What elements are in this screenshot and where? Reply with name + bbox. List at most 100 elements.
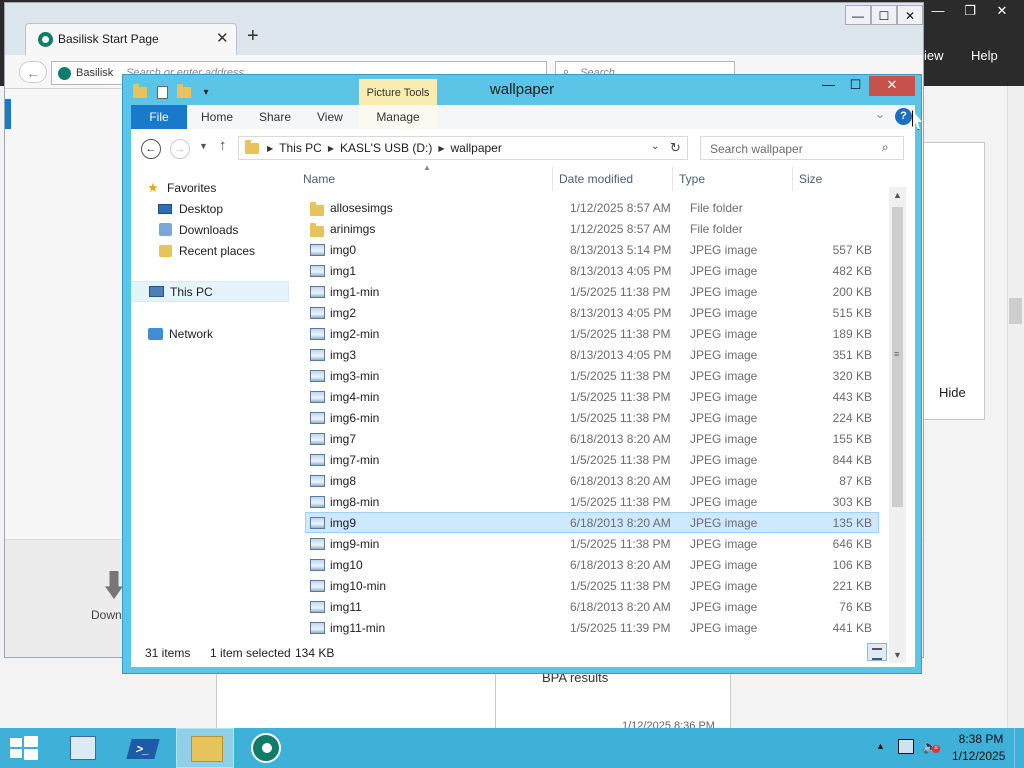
start-button[interactable] [10, 736, 38, 760]
bg-close-button[interactable]: ✕ [986, 0, 1018, 22]
nav-item-recent-places[interactable]: Recent places [157, 240, 315, 261]
tab-file[interactable]: File [131, 105, 187, 129]
search-icon[interactable]: ⌕ [882, 140, 889, 155]
bg-hide-link[interactable]: Hide [939, 385, 966, 400]
windows-logo-icon [10, 749, 22, 758]
browser-minimize-button[interactable]: — [845, 5, 871, 25]
refresh-icon[interactable]: ↻ [670, 140, 681, 156]
taskbar-powershell[interactable]: >_ [114, 728, 172, 768]
details-view-button[interactable] [867, 643, 887, 661]
nav-item-favorites[interactable]: ★ Favorites [145, 177, 303, 198]
up-button[interactable]: ↑ [219, 137, 227, 154]
file-row[interactable]: img3 8/13/2013 4:05 PM JPEG image 351 KB [305, 344, 879, 365]
tab-view[interactable]: View [317, 105, 343, 129]
column-header-date-modified[interactable]: Date modified [553, 167, 673, 191]
taskbar-basilisk-browser[interactable] [238, 728, 296, 768]
tab-manage[interactable]: Manage [359, 105, 437, 129]
file-row[interactable]: allosesimgs 1/12/2025 8:57 AM File folder [305, 197, 879, 218]
file-row[interactable]: img10-min 1/5/2025 11:38 PM JPEG image 221 … [305, 575, 879, 596]
address-bar[interactable]: ▶ This PC ▶ KASL'S USB (D:) ▶ wallpaper … [238, 136, 688, 160]
breadcrumb-chevron-icon[interactable]: ▶ [328, 144, 334, 153]
show-desktop-button[interactable] [1014, 728, 1024, 768]
bg-side-panel [920, 142, 985, 420]
file-row[interactable]: img8-min 1/5/2025 11:38 PM JPEG image 303 K… [305, 491, 879, 512]
file-list-scrollbar[interactable]: ▲ ≡ ▼ [889, 187, 906, 663]
browser-back-button[interactable]: ← [19, 61, 47, 83]
file-type: JPEG image [690, 432, 758, 446]
network-tray-icon[interactable] [898, 739, 914, 754]
breadcrumb-this-pc[interactable]: This PC [279, 141, 322, 155]
taskbar-server-manager[interactable] [52, 728, 110, 768]
bg-scrollbar-thumb[interactable] [1009, 298, 1022, 324]
breadcrumb-usb-drive[interactable]: KASL'S USB (D:) [340, 141, 432, 155]
bg-menu-view[interactable]: iew [924, 48, 944, 63]
file-explorer-icon [191, 736, 223, 762]
file-date-modified: 6/18/2013 8:20 AM [570, 516, 671, 530]
nav-item-downloads[interactable]: Downloads [157, 219, 315, 240]
scroll-up-icon[interactable]: ▲ [889, 187, 906, 203]
file-row[interactable]: img1 8/13/2013 4:05 PM JPEG image 482 KB [305, 260, 879, 281]
tab-close-icon[interactable]: ✕ [216, 29, 229, 47]
bg-scrollbar[interactable] [1007, 86, 1024, 728]
back-button[interactable]: ← [141, 139, 161, 159]
browser-maximize-button[interactable]: ☐ [871, 5, 897, 25]
address-dropdown-icon[interactable]: ⌄ [651, 141, 659, 152]
computer-icon [148, 285, 164, 299]
file-row[interactable]: img9 6/18/2013 8:20 AM JPEG image 135 KB [305, 512, 879, 533]
nav-item-this-pc[interactable]: This PC [131, 281, 289, 302]
windows-logo-icon [10, 738, 22, 747]
bg-minimize-button[interactable]: — [922, 0, 954, 22]
tab-home[interactable]: Home [201, 105, 233, 129]
file-row[interactable]: img9-min 1/5/2025 11:38 PM JPEG image 646 K… [305, 533, 879, 554]
recent-locations-icon[interactable]: ▼ [199, 141, 208, 151]
expand-ribbon-icon[interactable]: ⌄ [875, 107, 885, 121]
search-input[interactable]: Search wallpaper ⌕ [700, 136, 904, 160]
file-size: 844 KB [832, 453, 872, 467]
file-size: 155 KB [832, 432, 872, 446]
new-tab-button[interactable]: + [247, 25, 259, 48]
file-row[interactable]: img7-min 1/5/2025 11:38 PM JPEG image 844 K… [305, 449, 879, 470]
file-row[interactable]: img4-min 1/5/2025 11:38 PM JPEG image 443 K… [305, 386, 879, 407]
scroll-down-icon[interactable]: ▼ [889, 647, 906, 663]
browser-tab[interactable]: Basilisk Start Page ✕ [25, 23, 237, 55]
image-file-icon [310, 601, 325, 613]
file-row[interactable]: img7 6/18/2013 8:20 AM JPEG image 155 KB [305, 428, 879, 449]
minimize-button[interactable]: — [815, 76, 842, 96]
taskbar-file-explorer[interactable] [176, 728, 234, 768]
file-row[interactable]: img11 6/18/2013 8:20 AM JPEG image 76 KB [305, 596, 879, 617]
breadcrumb-wallpaper[interactable]: wallpaper [450, 141, 501, 155]
file-list: Name ▲ Date modified Type Size allosesim… [297, 163, 907, 638]
file-row[interactable]: arinimgs 1/12/2025 8:57 AM File folder [305, 218, 879, 239]
file-name: img6-min [330, 411, 380, 425]
file-row[interactable]: img2-min 1/5/2025 11:38 PM JPEG image 189 K… [305, 323, 879, 344]
downloads-label[interactable]: Downl [91, 608, 124, 622]
browser-close-button[interactable]: ✕ [897, 5, 923, 25]
breadcrumb-chevron-icon[interactable]: ▶ [267, 144, 273, 153]
file-date-modified: 1/5/2025 11:38 PM [570, 579, 671, 593]
clock-time[interactable]: 8:38 PM [958, 732, 1004, 746]
file-row[interactable]: img8 6/18/2013 8:20 AM JPEG image 87 KB [305, 470, 879, 491]
file-type: JPEG image [690, 558, 758, 572]
file-row[interactable]: img0 8/13/2013 5:14 PM JPEG image 557 KB [305, 239, 879, 260]
close-button[interactable]: ✕ [869, 76, 915, 96]
maximize-button[interactable]: ☐ [842, 76, 869, 96]
breadcrumb-chevron-icon[interactable]: ▶ [438, 144, 444, 153]
clock-date[interactable]: 1/12/2025 [952, 749, 1005, 763]
column-header-type[interactable]: Type [673, 167, 793, 191]
file-row[interactable]: img11-min 1/5/2025 11:39 PM JPEG image 441 … [305, 617, 879, 638]
image-file-icon [310, 349, 325, 361]
column-header-size[interactable]: Size [793, 167, 873, 191]
file-row[interactable]: img3-min 1/5/2025 11:38 PM JPEG image 320 K… [305, 365, 879, 386]
file-row[interactable]: img1-min 1/5/2025 11:38 PM JPEG image 200 K… [305, 281, 879, 302]
nav-item-desktop[interactable]: Desktop [157, 198, 315, 219]
forward-button[interactable]: → [170, 139, 190, 159]
nav-item-network[interactable]: Network [147, 323, 305, 344]
file-row[interactable]: img10 6/18/2013 8:20 AM JPEG image 106 KB [305, 554, 879, 575]
file-row[interactable]: img6-min 1/5/2025 11:38 PM JPEG image 224 K… [305, 407, 879, 428]
show-hidden-icons-icon[interactable]: ▲ [876, 741, 885, 751]
bg-menu-help[interactable]: Help [971, 48, 998, 63]
help-icon[interactable]: ? [895, 108, 912, 125]
file-row[interactable]: img2 8/13/2013 4:05 PM JPEG image 515 KB [305, 302, 879, 323]
tab-share[interactable]: Share [259, 105, 291, 129]
bg-restore-button[interactable]: ❐ [954, 0, 986, 22]
